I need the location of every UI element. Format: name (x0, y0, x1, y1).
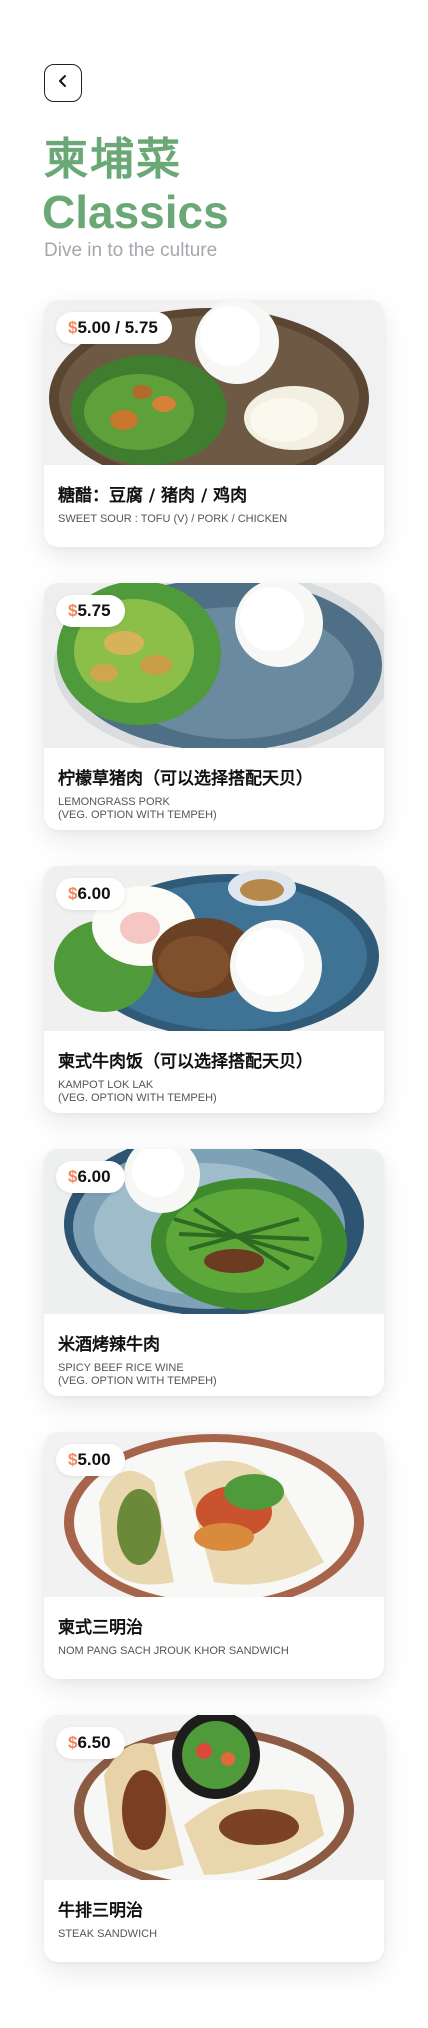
dish-photo: $5.00 / 5.75 (44, 300, 384, 465)
dish-name-chinese: 柬式牛肉饭（可以选择搭配天贝） (58, 1052, 313, 1072)
page-title: Classics (42, 186, 229, 238)
currency-symbol: $ (68, 884, 78, 903)
dish-name-chinese: 糖醋：豆腐 / 猪肉 / 鸡肉 (58, 486, 248, 506)
menu-card[interactable]: $5.00 / 5.75 糖醋：豆腐 / 猪肉 / 鸡肉 SWEET SOUR … (44, 300, 384, 547)
dish-photo: $6.00 (44, 1149, 384, 1314)
dish-name-line: NOM PANG SACH JROUK KHOR SANDWICH (58, 1645, 289, 1657)
dish-name-line: STEAK SANDWICH (58, 1928, 158, 1940)
menu-card[interactable]: $5.00 柬式三明治 NOM PANG SACH JROUK KHOR SAN… (44, 1432, 384, 1679)
dish-photo: $6.50 (44, 1715, 384, 1880)
page-title-chinese: 柬埔菜 (44, 134, 182, 185)
dish-name-line: (VEG. OPTION WITH TEMPEH) (58, 809, 217, 821)
dish-name-english: STEAK SANDWICH (58, 1928, 370, 1941)
dish-name-chinese: 米酒烤辣牛肉 (58, 1335, 160, 1355)
page-subtitle: Dive in to the culture (44, 240, 218, 261)
price-value: 6.00 (77, 884, 111, 903)
price-badge: $5.75 (56, 595, 125, 627)
currency-symbol: $ (68, 318, 78, 337)
price-value: 5.75 (77, 601, 111, 620)
price-badge: $6.00 (56, 878, 125, 910)
dish-name-english: SPICY BEEF RICE WINE (VEG. OPTION WITH T… (58, 1362, 370, 1388)
price-badge: $6.00 (56, 1161, 125, 1193)
dish-name-line: SPICY BEEF RICE WINE (58, 1362, 184, 1374)
menu-card[interactable]: $5.75 柠檬草猪肉（可以选择搭配天贝） LEMONGRASS PORK (V… (44, 583, 384, 830)
price-value: 5.00 / 5.75 (77, 318, 158, 337)
price-badge: $5.00 (56, 1444, 125, 1476)
dish-name-chinese: 柬式三明治 (58, 1618, 143, 1638)
dish-name-chinese: 牛排三明治 (58, 1901, 143, 1921)
price-badge: $5.00 / 5.75 (56, 312, 172, 344)
chevron-left-icon (56, 74, 70, 93)
dish-name-line: SWEET SOUR : TOFU (V) / PORK / CHICKEN (58, 513, 288, 525)
currency-symbol: $ (68, 1733, 78, 1752)
price-value: 6.00 (77, 1167, 111, 1186)
dish-name-line: KAMPOT LOK LAK (58, 1079, 154, 1091)
currency-symbol: $ (68, 1167, 78, 1186)
dish-name-english: LEMONGRASS PORK (VEG. OPTION WITH TEMPEH… (58, 796, 370, 822)
currency-symbol: $ (68, 601, 78, 620)
menu-card[interactable]: $6.50 牛排三明治 STEAK SANDWICH (44, 1715, 384, 1962)
dish-photo: $6.00 (44, 866, 384, 1031)
price-value: 5.00 (77, 1450, 111, 1469)
dish-name-line: LEMONGRASS PORK (58, 796, 170, 808)
dish-name-chinese: 柠檬草猪肉（可以选择搭配天贝） (58, 769, 313, 789)
currency-symbol: $ (68, 1450, 78, 1469)
price-value: 6.50 (77, 1733, 111, 1752)
dish-name-english: SWEET SOUR : TOFU (V) / PORK / CHICKEN (58, 513, 370, 526)
menu-card[interactable]: $6.00 柬式牛肉饭（可以选择搭配天贝） KAMPOT LOK LAK (VE… (44, 866, 384, 1113)
price-badge: $6.50 (56, 1727, 125, 1759)
menu-card[interactable]: $6.00 米酒烤辣牛肉 SPICY BEEF RICE WINE (VEG. … (44, 1149, 384, 1396)
dish-name-line: (VEG. OPTION WITH TEMPEH) (58, 1375, 217, 1387)
dish-photo: $5.00 (44, 1432, 384, 1597)
dish-photo: $5.75 (44, 583, 384, 748)
dish-name-english: KAMPOT LOK LAK (VEG. OPTION WITH TEMPEH) (58, 1079, 370, 1105)
dish-name-line: (VEG. OPTION WITH TEMPEH) (58, 1092, 217, 1104)
back-button[interactable] (44, 64, 82, 102)
dish-name-english: NOM PANG SACH JROUK KHOR SANDWICH (58, 1645, 370, 1658)
